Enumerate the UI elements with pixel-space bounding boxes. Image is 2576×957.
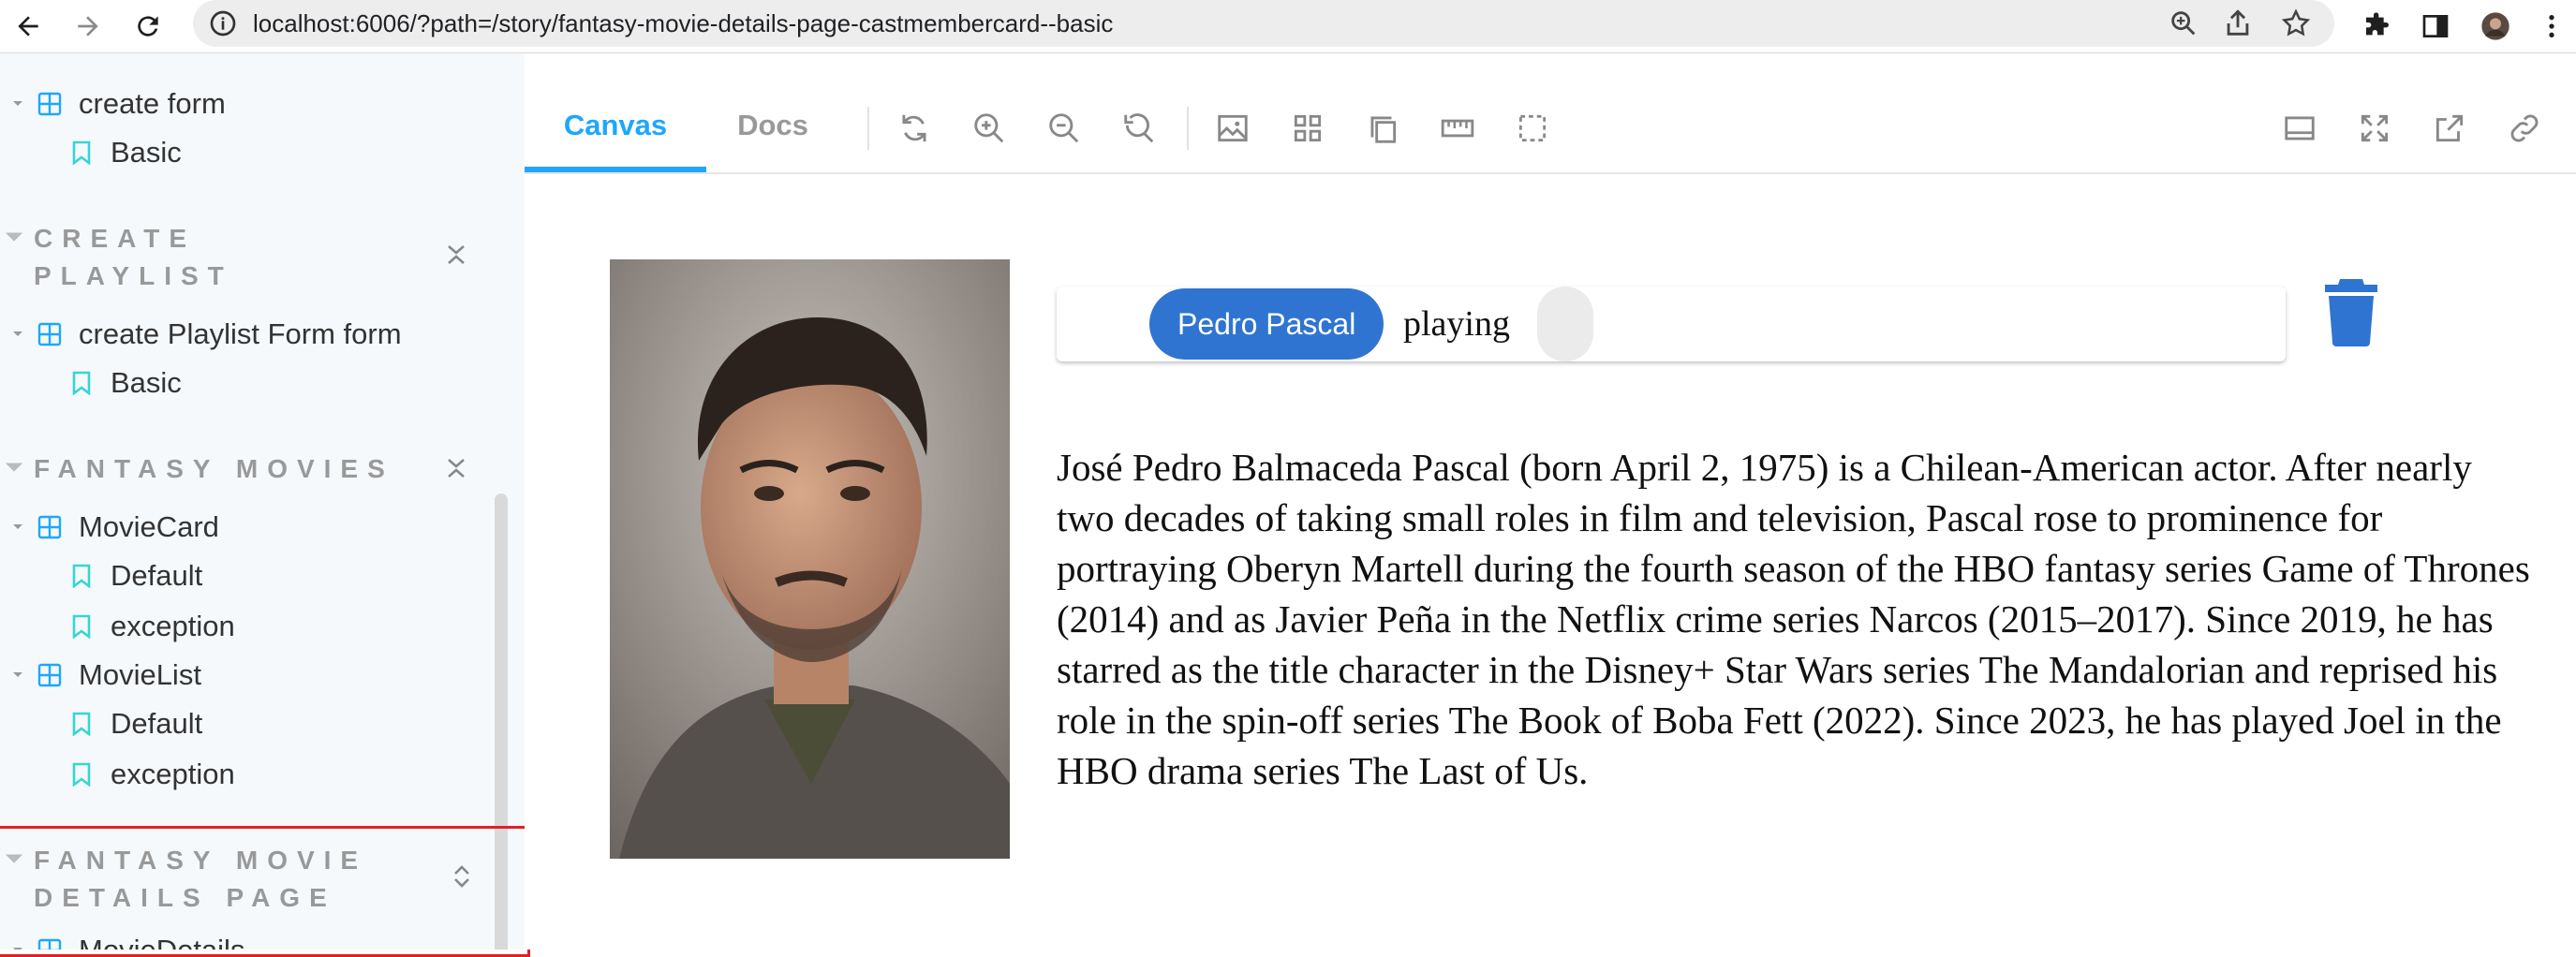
tree-item-movielist-default[interactable]: Default <box>71 705 202 743</box>
caret-down-icon <box>7 94 28 114</box>
url-text: localhost:6006/?path=/story/fantasy-movi… <box>253 9 1114 37</box>
tree-item-movielist-exception[interactable]: exception <box>71 756 235 793</box>
tab-docs[interactable]: Docs <box>706 79 839 172</box>
story-bookmark-icon <box>72 614 91 639</box>
copy-link-icon[interactable] <box>2507 110 2542 146</box>
group-title-create-playlist[interactable]: CREATE PLAYLIST <box>34 220 233 295</box>
site-info-icon[interactable] <box>208 8 238 38</box>
address-bar[interactable]: localhost:6006/?path=/story/fantasy-movi… <box>193 0 2334 47</box>
collapse-all-icon[interactable] <box>444 456 468 480</box>
tree-item-label: create Playlist Form form <box>79 317 402 350</box>
group-caret-icon[interactable] <box>4 458 24 478</box>
puzzle-icon <box>2366 12 2389 36</box>
more-vert-icon <box>2549 15 2554 37</box>
component-icon <box>37 515 62 539</box>
tree-item-label: MovieList <box>79 658 201 691</box>
tree-item-label: Basic <box>111 136 182 169</box>
tree-item-moviecard-exception[interactable]: exception <box>71 608 235 645</box>
extensions-button[interactable] <box>2355 4 2400 49</box>
zoom-in-icon[interactable] <box>971 110 1007 146</box>
tree-item-create-form-basic[interactable]: Basic <box>71 134 182 171</box>
tree-item-label: create form <box>79 87 226 120</box>
tree-item-label: exception <box>111 610 235 642</box>
share-icon[interactable] <box>2222 7 2254 39</box>
grid-icon[interactable] <box>1290 110 1325 146</box>
storybook-sidebar: create form Basic CREATE PLAYLIST create… <box>0 53 525 950</box>
profile-avatar[interactable] <box>2473 4 2518 49</box>
addons-panel-icon[interactable] <box>2282 110 2317 146</box>
zoom-icon[interactable] <box>2168 7 2199 39</box>
story-canvas: Pedro Pascal playing José Pedro Balmaced… <box>525 174 2576 950</box>
component-icon <box>37 663 62 687</box>
tree-item-moviecard[interactable]: MovieCard <box>7 508 219 546</box>
bookmark-star-icon[interactable] <box>2280 7 2312 39</box>
tree-item-label: Default <box>111 559 203 592</box>
group-title-line: PLAYLIST <box>34 261 233 290</box>
caret-down-icon <box>7 324 28 345</box>
tree-item-label: Default <box>111 707 203 740</box>
caret-down-icon <box>7 665 28 685</box>
component-icon <box>37 92 62 116</box>
actor-biography: José Pedro Balmaceda Pascal (born April … <box>1057 446 2530 792</box>
tree-item-create-playlist-basic[interactable]: Basic <box>71 364 182 402</box>
cast-role-field[interactable]: Pedro Pascal playing <box>1057 287 2286 361</box>
story-bookmark-icon <box>72 140 91 165</box>
zoom-out-icon[interactable] <box>1046 110 1082 146</box>
story-bookmark-icon <box>72 762 91 787</box>
toolbar-divider <box>1187 107 1189 150</box>
component-icon <box>37 322 62 346</box>
side-panel-button[interactable] <box>2413 4 2458 49</box>
tree-item-label: exception <box>111 758 235 790</box>
avatar-icon <box>2481 12 2509 40</box>
tree-item-movielist[interactable]: MovieList <box>7 656 201 694</box>
reload-icon[interactable] <box>896 110 932 146</box>
trash-icon[interactable] <box>2323 277 2379 346</box>
tree-item-create-playlist-form[interactable]: create Playlist Form form <box>7 316 402 353</box>
background-icon[interactable] <box>1215 110 1251 146</box>
outline-icon[interactable] <box>1515 110 1550 146</box>
role-connector-text: playing <box>1403 304 1510 344</box>
story-bookmark-icon <box>72 712 91 736</box>
measure-icon[interactable] <box>1440 110 1475 146</box>
toolbar-divider <box>867 107 869 150</box>
reload-icon <box>138 16 158 37</box>
tree-item-moviecard-default[interactable]: Default <box>71 557 202 595</box>
browser-menu-button[interactable] <box>2529 4 2574 49</box>
tree-item-label: Basic <box>111 366 182 399</box>
group-title-line: CREATE <box>34 224 197 253</box>
story-bookmark-icon <box>72 371 91 395</box>
actor-photo <box>610 259 1010 859</box>
caret-down-icon <box>7 517 28 537</box>
tab-canvas[interactable]: Canvas <box>525 79 706 172</box>
browser-toolbar: localhost:6006/?path=/story/fantasy-movi… <box>0 0 2576 53</box>
collapse-all-icon[interactable] <box>444 243 468 267</box>
open-new-tab-icon[interactable] <box>2432 110 2467 146</box>
group-caret-icon[interactable] <box>4 228 24 248</box>
reset-zoom-icon[interactable] <box>1121 110 1157 146</box>
forward-arrow-icon <box>78 16 98 37</box>
active-tab-indicator <box>525 167 706 172</box>
character-name-chip[interactable] <box>1537 287 1593 361</box>
fullscreen-icon[interactable] <box>2357 110 2392 146</box>
group-title-fantasy-movies[interactable]: FANTASY MOVIES <box>34 450 394 488</box>
story-bookmark-icon <box>72 564 91 588</box>
highlight-outline <box>0 826 530 957</box>
storybook-toolbar: Canvas Docs <box>525 79 2576 174</box>
actor-name-chip[interactable]: Pedro Pascal <box>1149 288 1384 360</box>
reload-button[interactable] <box>126 4 170 49</box>
tree-item-create-form[interactable]: create form <box>7 85 226 123</box>
back-button[interactable] <box>6 4 51 49</box>
group-title-line: FANTASY MOVIES <box>34 454 394 483</box>
viewport-icon[interactable] <box>1365 110 1400 146</box>
side-panel-icon <box>2422 15 2449 37</box>
forward-button[interactable] <box>66 4 111 49</box>
back-arrow-icon <box>18 16 38 37</box>
tree-item-label: MovieCard <box>79 510 219 543</box>
